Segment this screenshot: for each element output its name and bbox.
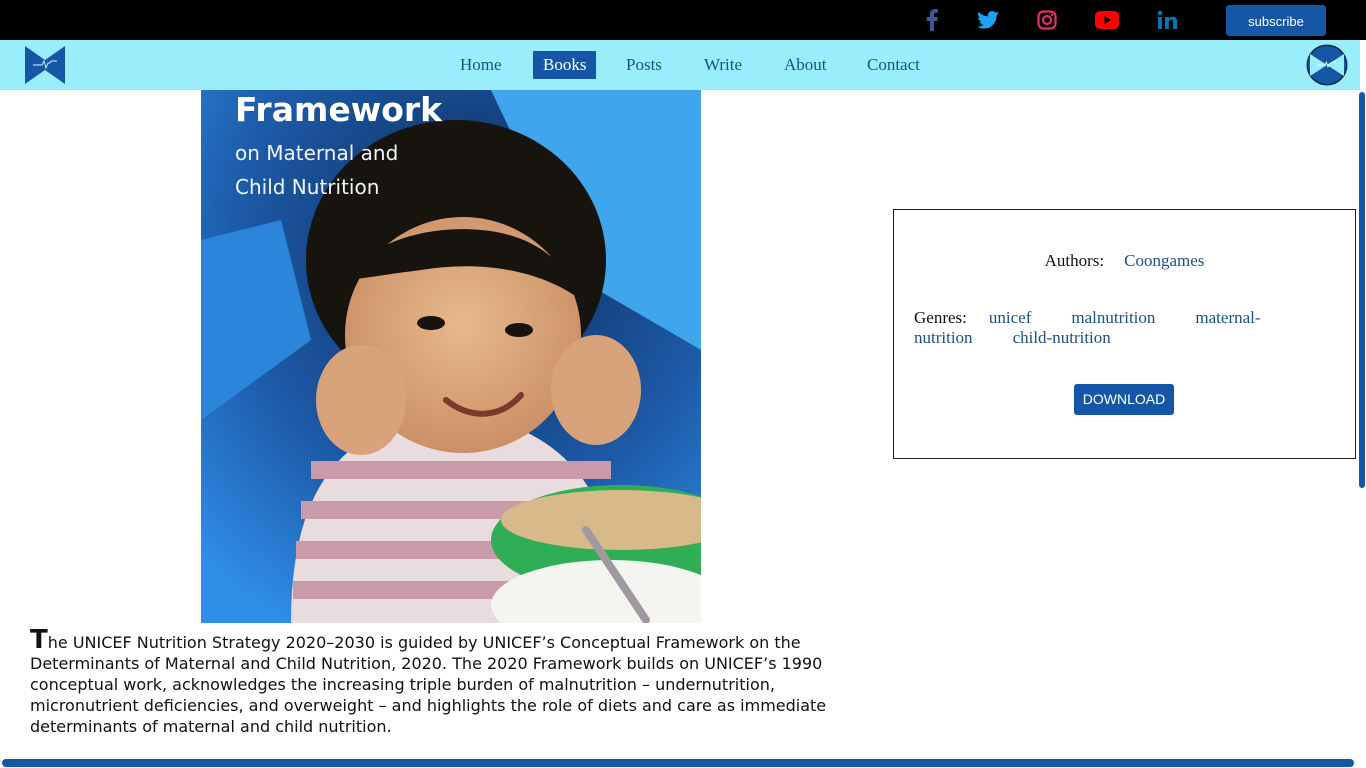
user-avatar[interactable] (1306, 44, 1348, 86)
genre-link[interactable]: child-nutrition (1013, 328, 1111, 347)
author-link[interactable]: Coongames (1124, 251, 1204, 270)
book-cover-title: Framework (235, 90, 443, 129)
twitter-icon[interactable] (976, 8, 1000, 32)
vertical-scrollbar-thumb[interactable] (1359, 92, 1365, 488)
subscribe-button[interactable]: subscribe (1226, 5, 1326, 36)
site-logo[interactable] (25, 46, 65, 84)
facebook-icon[interactable] (920, 8, 944, 32)
nav-posts[interactable]: Posts (616, 51, 672, 79)
nav-about[interactable]: About (774, 51, 837, 79)
genre-link[interactable]: malnutrition (1071, 308, 1155, 327)
book-cover-image: Framework on Maternal and Child Nutritio… (201, 90, 701, 623)
book-description: The UNICEF Nutrition Strategy 2020–2030 … (30, 627, 840, 737)
horizontal-scrollbar-thumb[interactable] (2, 759, 1354, 767)
main-navbar: Home Books Posts Write About Contact (0, 40, 1360, 90)
download-button[interactable]: DOWNLOAD (1074, 384, 1174, 415)
genres-label: Genres: (914, 308, 967, 327)
nav-write[interactable]: Write (694, 51, 752, 79)
genres-row: Genres: unicef malnutrition maternal-nut… (914, 308, 1294, 348)
linkedin-icon[interactable] (1155, 8, 1179, 32)
book-cover-subtitle: on Maternal and Child Nutrition (235, 141, 399, 199)
genre-link[interactable]: unicef (989, 308, 1031, 327)
nav-contact[interactable]: Contact (857, 51, 930, 79)
authors-label: Authors: (1044, 251, 1105, 270)
youtube-icon[interactable] (1094, 8, 1120, 32)
authors-row: Authors: Coongames (894, 251, 1355, 271)
top-bar: subscribe (0, 0, 1366, 40)
drop-cap: T (30, 625, 48, 655)
book-description-text: he UNICEF Nutrition Strategy 2020–2030 i… (30, 633, 827, 736)
nav-books[interactable]: Books (533, 51, 597, 79)
nav-home[interactable]: Home (450, 51, 512, 79)
instagram-icon[interactable] (1035, 8, 1059, 32)
book-info-panel: Authors: Coongames Genres: unicef malnut… (893, 209, 1356, 459)
